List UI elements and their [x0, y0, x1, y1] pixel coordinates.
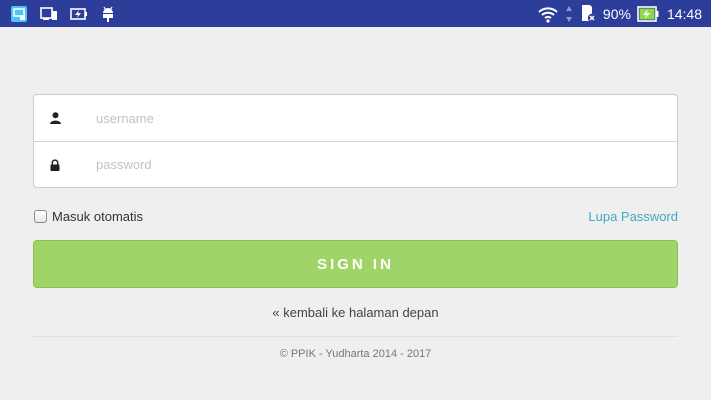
divider: [33, 336, 678, 337]
wifi-icon: [537, 4, 559, 24]
username-input[interactable]: [96, 103, 656, 133]
remember-me[interactable]: Masuk otomatis: [33, 209, 143, 224]
remember-checkbox[interactable]: [34, 209, 47, 223]
battery-charging-icon: [70, 4, 88, 24]
clock: 14:48: [666, 5, 702, 22]
login-form: Masuk otomatis Lupa Password SIGN IN « k…: [33, 94, 678, 360]
forgot-password-link[interactable]: Lupa Password: [588, 209, 678, 224]
password-input[interactable]: [96, 149, 656, 180]
lock-icon: [47, 158, 63, 171]
sd-card-icon: [579, 4, 597, 24]
footer-copyright: © PPIK - Yudharta 2014 - 2017: [279, 348, 432, 360]
battery-percent: 90%: [602, 5, 631, 22]
credentials-group: [33, 94, 678, 188]
status-bar-left: [10, 4, 116, 24]
android-icon: [100, 4, 116, 24]
user-icon: [47, 112, 63, 124]
username-row: [34, 95, 677, 141]
remember-label: Masuk otomatis: [52, 208, 144, 224]
data-arrows-icon: [565, 4, 573, 24]
status-bar: 90% 14:48: [0, 0, 711, 27]
password-row: [34, 141, 677, 187]
sign-in-button[interactable]: SIGN IN: [33, 240, 678, 288]
options-row: Masuk otomatis Lupa Password: [33, 206, 678, 226]
battery-icon: [637, 4, 659, 24]
back-to-home-link[interactable]: « kembali ke halaman depan: [33, 305, 678, 320]
status-bar-right: 90% 14:48: [537, 4, 702, 24]
screen-cast-icon: [10, 4, 28, 24]
device-icon: [40, 4, 58, 24]
